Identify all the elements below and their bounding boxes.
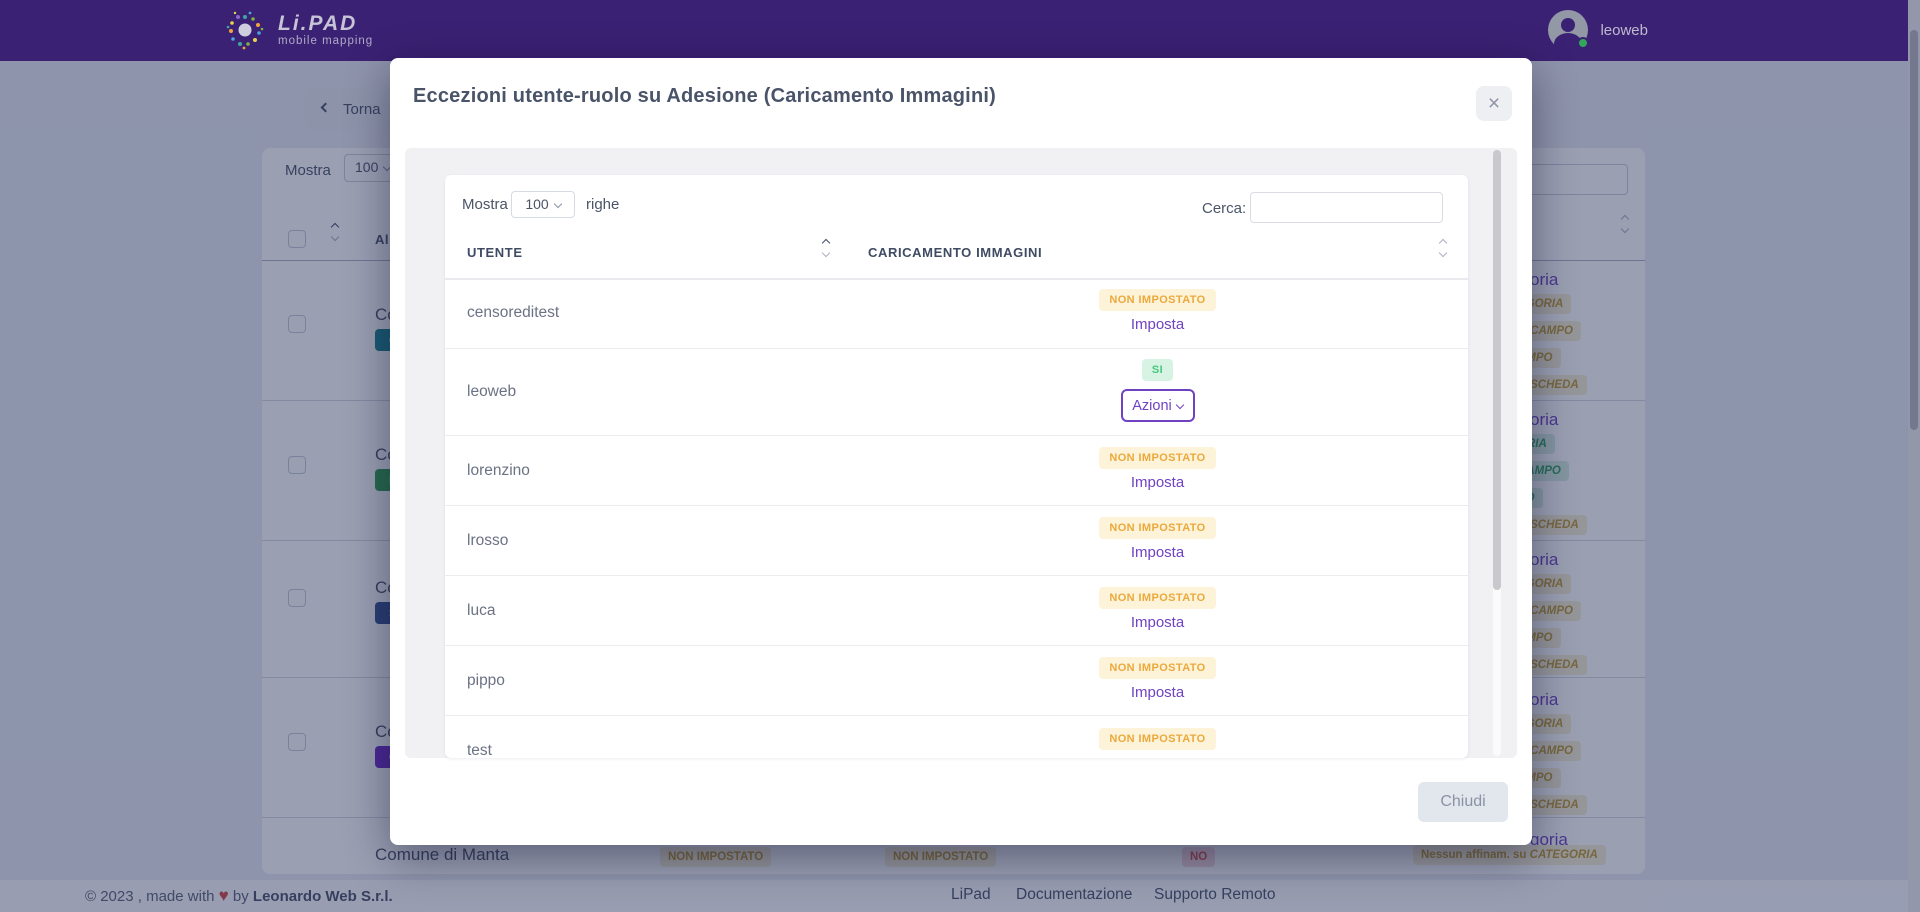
status-badge: NON IMPOSTATO [1099, 728, 1215, 750]
page-size-select[interactable]: 100 [511, 191, 575, 218]
azioni-dropdown[interactable]: Azioni [1121, 389, 1195, 422]
chiudi-button[interactable]: Chiudi [1418, 782, 1508, 822]
imposta-link[interactable]: Imposta [1131, 684, 1184, 701]
lipad-logo-icon [222, 7, 268, 53]
status-badge: NON IMPOSTATO [1099, 289, 1215, 311]
brand-tagline: mobile mapping [278, 35, 373, 47]
imposta-link[interactable]: Imposta [1131, 544, 1184, 561]
status-badge: NON IMPOSTATO [1099, 517, 1215, 539]
table-row: luca NON IMPOSTATO Imposta [445, 576, 1468, 646]
table-row: pippo NON IMPOSTATO Imposta [445, 646, 1468, 716]
table-row: lrosso NON IMPOSTATO Imposta [445, 506, 1468, 576]
status-badge: NON IMPOSTATO [1099, 657, 1215, 679]
user-cell: censoreditest [467, 304, 559, 322]
chevron-down-icon [553, 200, 561, 208]
modal-scrollbar[interactable] [1493, 150, 1501, 756]
column-header-utente: UTENTE [467, 245, 523, 260]
table-row: censoreditest NON IMPOSTATO Imposta [445, 278, 1468, 349]
sort-icons-utente[interactable] [823, 240, 829, 256]
page-size-value: 100 [525, 196, 548, 212]
user-cell: lorenzino [467, 462, 530, 480]
imposta-link[interactable]: Imposta [1131, 474, 1184, 491]
close-icon[interactable]: × [1476, 86, 1512, 121]
mostra-label: Mostra [462, 196, 508, 213]
modal-scrollbar-thumb[interactable] [1493, 150, 1501, 590]
sort-desc-icon [1439, 249, 1447, 257]
eccezioni-modal: Eccezioni utente-ruolo su Adesione (Cari… [390, 58, 1532, 845]
sort-asc-icon [1439, 239, 1447, 247]
righe-label: righe [586, 196, 619, 213]
imposta-link[interactable]: Imposta [1131, 316, 1184, 333]
user-cell: leoweb [467, 383, 516, 401]
status-badge: NON IMPOSTATO [1099, 587, 1215, 609]
navbar: Li.PAD mobile mapping leoweb [0, 0, 1908, 61]
brand-title: Li.PAD [278, 14, 373, 34]
user-cell: lrosso [467, 532, 508, 550]
user-cell: pippo [467, 672, 505, 690]
modal-title: Eccezioni utente-ruolo su Adesione (Cari… [413, 85, 996, 108]
cerca-label: Cerca: [1202, 200, 1246, 217]
sort-desc-icon [822, 249, 830, 257]
sort-asc-icon [822, 239, 830, 247]
search-input[interactable] [1250, 192, 1443, 223]
sort-icons-caricamento[interactable] [1440, 240, 1446, 256]
user-cell: test [467, 742, 492, 758]
table-row: leoweb SI Azioni [445, 349, 1468, 436]
app-root: Torna Mostra 100 Al Co C [0, 0, 1920, 912]
chevron-down-icon [1176, 400, 1184, 408]
username-label: leoweb [1600, 22, 1648, 39]
brand[interactable]: Li.PAD mobile mapping [222, 7, 373, 53]
user-cell: luca [467, 602, 495, 620]
imposta-link[interactable]: Imposta [1131, 614, 1184, 631]
modal-table-card: Mostra 100 righe Cerca: UTENTE CARICAMEN… [445, 175, 1468, 758]
column-header-caricamento: CARICAMENTO IMMAGINI [868, 245, 1042, 260]
table-row: lorenzino NON IMPOSTATO Imposta [445, 436, 1468, 506]
user-menu[interactable]: leoweb [1548, 10, 1648, 50]
status-badge: NON IMPOSTATO [1099, 447, 1215, 469]
user-avatar-icon [1548, 10, 1588, 50]
table-row: test NON IMPOSTATO [445, 716, 1468, 758]
status-badge: SI [1142, 359, 1173, 381]
